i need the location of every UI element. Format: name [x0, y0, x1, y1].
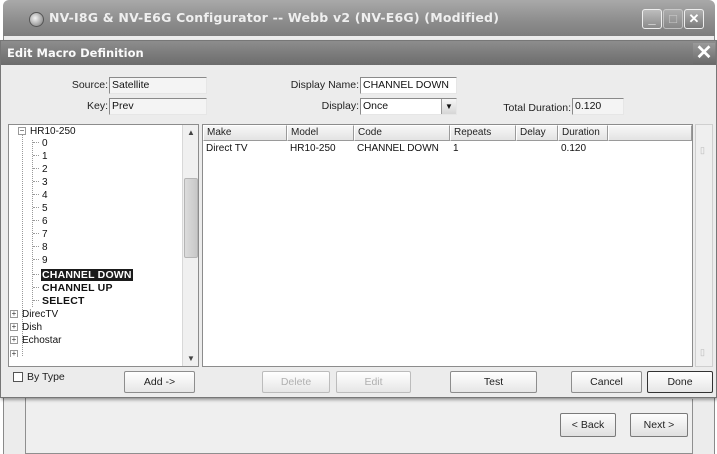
tree-node-dish[interactable]: + Dish [10, 322, 43, 334]
tree-node-child[interactable]: SELECT [33, 295, 86, 307]
parent-window-title: NV-I8G & NV-E6G Configurator -- Webb v2 … [49, 10, 500, 25]
edit-button[interactable]: Edit [336, 371, 411, 393]
maximize-button[interactable]: □ [663, 9, 683, 29]
scroll-down-icon[interactable]: ▼ [183, 351, 198, 366]
tree-node-child[interactable]: CHANNEL UP [33, 282, 114, 294]
cell-duration: 0.120 [561, 143, 587, 154]
tree-node-child[interactable]: 8 [33, 242, 49, 254]
display-select[interactable]: Once ▼ [360, 98, 457, 115]
cell-make: Direct TV [206, 143, 248, 154]
source-label: Source: [71, 79, 108, 91]
cell-model: HR10-250 [290, 143, 336, 154]
scroll-up-icon[interactable]: ▯ [700, 145, 705, 156]
tree-node-child[interactable]: 0 [33, 138, 49, 150]
key-field: Prev [109, 98, 207, 115]
tree-node-child[interactable]: 6 [33, 216, 49, 228]
device-tree[interactable]: − HR10-250 0 1 2 3 4 5 6 7 8 9 CHANNEL DO… [8, 124, 199, 367]
dialog-title: Edit Macro Definition [7, 46, 144, 60]
column-header-blank [608, 125, 692, 141]
column-header-code[interactable]: Code [354, 125, 450, 141]
by-type-label: By Type [27, 371, 65, 383]
scroll-thumb[interactable] [184, 178, 198, 258]
display-name-input[interactable]: CHANNEL DOWN [360, 77, 457, 94]
cell-code: CHANNEL DOWN [357, 143, 439, 154]
tree-node-child[interactable]: 1 [33, 151, 49, 163]
expand-icon[interactable]: + [10, 323, 18, 331]
parent-close-button[interactable]: ✕ [684, 9, 704, 29]
tree-node-echostar[interactable]: + Echostar [10, 335, 62, 347]
column-header-duration[interactable]: Duration [558, 125, 608, 141]
tree-node-child[interactable]: 7 [33, 229, 49, 241]
next-button[interactable]: Next > [630, 413, 688, 437]
tree-node-selected[interactable]: CHANNEL DOWN [33, 269, 133, 281]
tree-node-child[interactable]: 4 [33, 190, 49, 202]
tree-node-directv[interactable]: + DirecTV [10, 309, 59, 321]
back-button[interactable]: < Back [560, 413, 616, 437]
grid-scrollbar[interactable]: ▯ ▯ [695, 124, 713, 367]
by-type-checkbox[interactable] [13, 372, 23, 382]
parent-titlebar: NV-I8G & NV-E6G Configurator -- Webb v2 … [3, 0, 715, 36]
expand-icon[interactable]: + [10, 310, 18, 318]
cancel-button[interactable]: Cancel [571, 371, 642, 393]
add-button[interactable]: Add -> [124, 371, 195, 393]
collapse-icon[interactable]: − [18, 127, 26, 135]
key-label: Key: [86, 100, 108, 112]
total-duration-field: 0.120 [572, 98, 624, 115]
column-header-make[interactable]: Make [203, 125, 287, 141]
tree-node-partial: + [10, 349, 18, 357]
delete-button[interactable]: Delete [262, 371, 330, 393]
tree-node-child[interactable]: 3 [33, 177, 49, 189]
dialog-close-button[interactable]: ✕ [693, 43, 715, 64]
edit-macro-dialog: Edit Macro Definition ✕ Source: Satellit… [0, 40, 717, 398]
tree-node-child[interactable]: 5 [33, 203, 49, 215]
dialog-titlebar[interactable]: Edit Macro Definition ✕ [1, 41, 716, 65]
tree-scrollbar[interactable]: ▲ ▼ [182, 125, 198, 366]
app-icon [29, 12, 44, 27]
display-select-value: Once [363, 100, 389, 112]
minimize-button[interactable]: _ [642, 9, 662, 29]
table-header: Make Model Code Repeats Delay Duration [203, 125, 692, 141]
total-duration-label: Total Duration: [503, 102, 571, 114]
display-name-label: Display Name: [290, 79, 359, 91]
column-header-model[interactable]: Model [287, 125, 354, 141]
scroll-down-icon[interactable]: ▯ [700, 347, 705, 358]
close-icon: ✕ [688, 11, 700, 26]
done-button[interactable]: Done [647, 371, 713, 393]
tree-node-child[interactable]: 9 [33, 255, 49, 267]
display-label: Display: [321, 100, 359, 112]
cell-repeats: 1 [453, 143, 459, 154]
test-button[interactable]: Test [450, 371, 537, 393]
macro-steps-table[interactable]: Make Model Code Repeats Delay Duration D… [202, 124, 693, 367]
close-icon: ✕ [695, 42, 713, 64]
source-field: Satellite [109, 77, 207, 94]
scroll-up-icon[interactable]: ▲ [183, 125, 198, 140]
expand-icon[interactable]: + [10, 336, 18, 344]
column-header-repeats[interactable]: Repeats [450, 125, 516, 141]
tree-node-child[interactable]: 2 [33, 164, 49, 176]
chevron-down-icon[interactable]: ▼ [441, 99, 456, 114]
column-header-delay[interactable]: Delay [516, 125, 558, 141]
tree-node-root[interactable]: − HR10-250 [18, 126, 77, 138]
